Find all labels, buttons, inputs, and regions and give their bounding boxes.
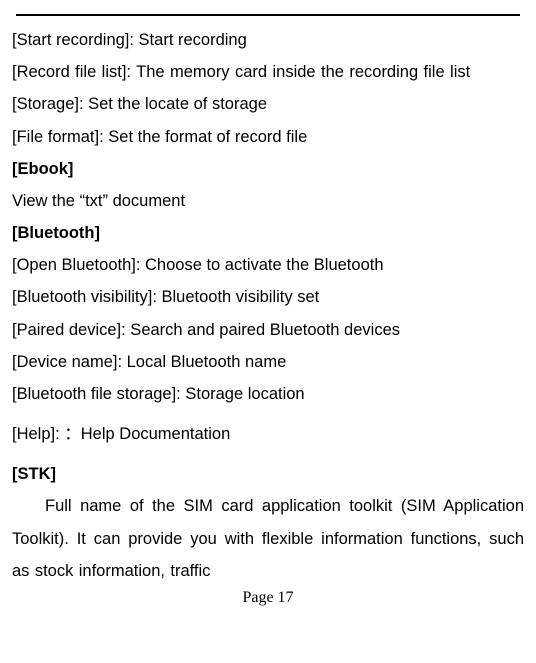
body-line: View the “txt” document (12, 185, 524, 217)
body-line: [Open Bluetooth]: Choose to activate the… (12, 249, 524, 281)
body-line: [Storage]: Set the locate of storage (12, 88, 524, 120)
top-rule (16, 14, 520, 16)
body-line: [Start recording]: Start recording (12, 24, 524, 56)
body-line: [File format]: Set the format of record … (12, 121, 524, 153)
body-line: [Bluetooth visibility]: Bluetooth visibi… (12, 281, 524, 313)
body-line: [Bluetooth file storage]: Storage locati… (12, 378, 524, 410)
body-line: [Help]: ：Help Documentation (12, 418, 524, 450)
body-line: [Paired device]: Search and paired Bluet… (12, 314, 524, 346)
section-heading-ebook: [Ebook] (12, 153, 524, 185)
section-heading-stk: [STK] (12, 458, 524, 490)
body-line: [Device name]: Local Bluetooth name (12, 346, 524, 378)
body-paragraph: Full name of the SIM card application to… (12, 490, 524, 587)
page-number: Page 17 (12, 589, 524, 607)
body-line: [Record file list]: The memory card insi… (12, 56, 524, 88)
section-heading-bluetooth: [Bluetooth] (12, 217, 524, 249)
document-page: [Start recording]: Start recording [Reco… (0, 14, 536, 663)
